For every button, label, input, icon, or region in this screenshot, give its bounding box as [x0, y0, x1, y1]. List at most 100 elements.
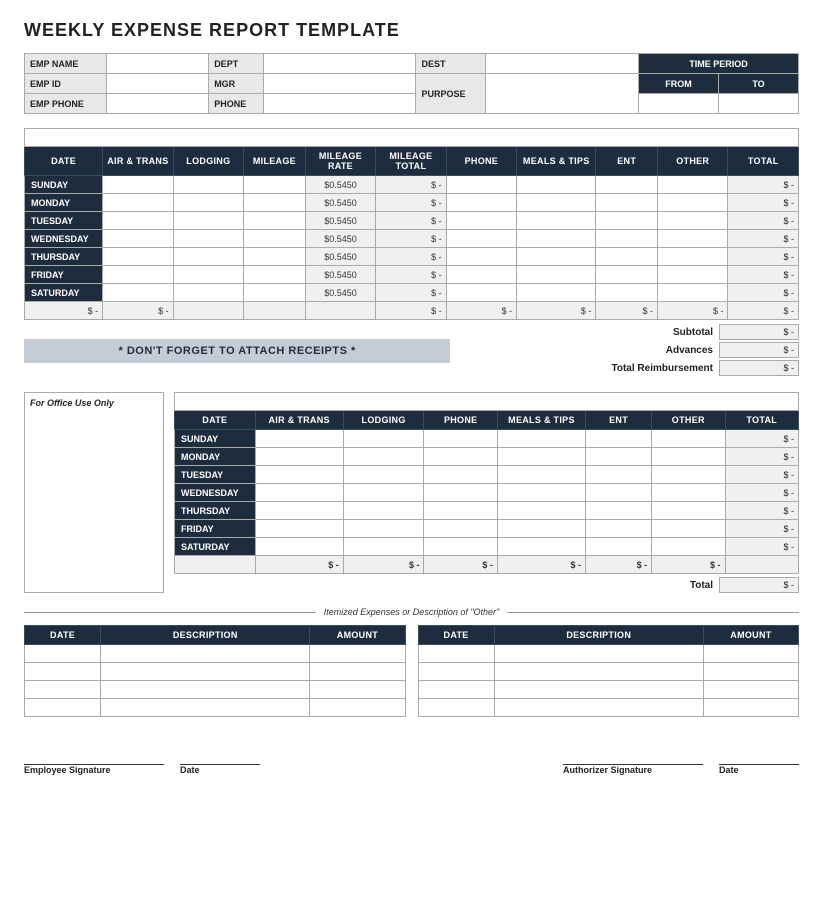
- item-desc[interactable]: [494, 663, 703, 681]
- cf-meals-tips-cell[interactable]: [497, 448, 585, 466]
- emp-phone-value[interactable]: [107, 94, 209, 114]
- mileage-cell[interactable]: [244, 176, 306, 194]
- item-desc[interactable]: [101, 681, 310, 699]
- air-trans-cell[interactable]: [103, 248, 173, 266]
- air-trans-cell[interactable]: [103, 230, 173, 248]
- meals-tips-cell[interactable]: [517, 266, 596, 284]
- cf-phone-cell[interactable]: [424, 520, 497, 538]
- cf-air-trans-cell[interactable]: [255, 430, 343, 448]
- phone-cell[interactable]: [446, 230, 516, 248]
- item-date[interactable]: [418, 663, 494, 681]
- cf-air-trans-cell[interactable]: [255, 484, 343, 502]
- item-amt[interactable]: [703, 663, 798, 681]
- other-cell[interactable]: [658, 248, 728, 266]
- mileage-cell[interactable]: [244, 230, 306, 248]
- cf-phone-cell[interactable]: [424, 484, 497, 502]
- ent-cell[interactable]: [596, 266, 658, 284]
- cf-ent-cell[interactable]: [586, 448, 652, 466]
- air-trans-cell[interactable]: [103, 266, 173, 284]
- cf-phone-cell[interactable]: [424, 502, 497, 520]
- cf-meals-tips-cell[interactable]: [497, 538, 585, 556]
- other-cell[interactable]: [658, 212, 728, 230]
- cf-other-cell[interactable]: [652, 502, 725, 520]
- lodging-cell[interactable]: [173, 284, 243, 302]
- cf-lodging-cell[interactable]: [343, 538, 424, 556]
- mileage-cell[interactable]: [244, 248, 306, 266]
- ent-cell[interactable]: [596, 176, 658, 194]
- cf-lodging-cell[interactable]: [343, 484, 424, 502]
- lodging-cell[interactable]: [173, 194, 243, 212]
- item-amt[interactable]: [703, 699, 798, 717]
- lodging-cell[interactable]: [173, 248, 243, 266]
- cf-other-cell[interactable]: [652, 484, 725, 502]
- cf-ent-cell[interactable]: [586, 538, 652, 556]
- cf-air-trans-cell[interactable]: [255, 466, 343, 484]
- item-date[interactable]: [418, 699, 494, 717]
- cf-lodging-cell[interactable]: [343, 430, 424, 448]
- phone-cell[interactable]: [446, 284, 516, 302]
- cf-air-trans-cell[interactable]: [255, 538, 343, 556]
- mgr-value[interactable]: [263, 74, 416, 94]
- item-amt[interactable]: [703, 681, 798, 699]
- cf-lodging-cell[interactable]: [343, 502, 424, 520]
- cf-meals-tips-cell[interactable]: [497, 502, 585, 520]
- meals-tips-cell[interactable]: [517, 284, 596, 302]
- other-cell[interactable]: [658, 230, 728, 248]
- phone-cell[interactable]: [446, 176, 516, 194]
- cf-meals-tips-cell[interactable]: [497, 430, 585, 448]
- phone-cell[interactable]: [446, 194, 516, 212]
- cf-ent-cell[interactable]: [586, 466, 652, 484]
- air-trans-cell[interactable]: [103, 284, 173, 302]
- cf-meals-tips-cell[interactable]: [497, 484, 585, 502]
- cf-other-cell[interactable]: [652, 448, 725, 466]
- item-amt[interactable]: [310, 663, 405, 681]
- phone-cell[interactable]: [446, 212, 516, 230]
- mileage-cell[interactable]: [244, 284, 306, 302]
- item-desc[interactable]: [101, 645, 310, 663]
- from-value[interactable]: [639, 94, 719, 114]
- phone-cell[interactable]: [446, 248, 516, 266]
- cf-lodging-cell[interactable]: [343, 448, 424, 466]
- ent-cell[interactable]: [596, 248, 658, 266]
- item-date[interactable]: [25, 699, 101, 717]
- dest-value[interactable]: [486, 54, 639, 74]
- air-trans-cell[interactable]: [103, 176, 173, 194]
- lodging-cell[interactable]: [173, 266, 243, 284]
- item-amt[interactable]: [310, 699, 405, 717]
- item-date[interactable]: [25, 645, 101, 663]
- meals-tips-cell[interactable]: [517, 248, 596, 266]
- cf-ent-cell[interactable]: [586, 430, 652, 448]
- cf-phone-cell[interactable]: [424, 430, 497, 448]
- mileage-cell[interactable]: [244, 266, 306, 284]
- item-date[interactable]: [25, 681, 101, 699]
- item-amt[interactable]: [310, 645, 405, 663]
- cf-other-cell[interactable]: [652, 430, 725, 448]
- emp-id-value[interactable]: [107, 74, 209, 94]
- item-amt[interactable]: [703, 645, 798, 663]
- cf-other-cell[interactable]: [652, 538, 725, 556]
- cf-air-trans-cell[interactable]: [255, 520, 343, 538]
- lodging-cell[interactable]: [173, 230, 243, 248]
- cf-meals-tips-cell[interactable]: [497, 466, 585, 484]
- item-date[interactable]: [418, 681, 494, 699]
- item-date[interactable]: [25, 663, 101, 681]
- ent-cell[interactable]: [596, 284, 658, 302]
- air-trans-cell[interactable]: [103, 194, 173, 212]
- phone-cell[interactable]: [446, 266, 516, 284]
- purpose-value[interactable]: [486, 74, 639, 114]
- cf-phone-cell[interactable]: [424, 538, 497, 556]
- other-cell[interactable]: [658, 266, 728, 284]
- lodging-cell[interactable]: [173, 176, 243, 194]
- cf-lodging-cell[interactable]: [343, 466, 424, 484]
- cf-other-cell[interactable]: [652, 466, 725, 484]
- ent-cell[interactable]: [596, 212, 658, 230]
- to-value[interactable]: [719, 94, 799, 114]
- cf-air-trans-cell[interactable]: [255, 448, 343, 466]
- cf-phone-cell[interactable]: [424, 448, 497, 466]
- phone-value[interactable]: [263, 94, 416, 114]
- air-trans-cell[interactable]: [103, 212, 173, 230]
- meals-tips-cell[interactable]: [517, 194, 596, 212]
- cf-ent-cell[interactable]: [586, 502, 652, 520]
- mileage-cell[interactable]: [244, 212, 306, 230]
- item-desc[interactable]: [494, 699, 703, 717]
